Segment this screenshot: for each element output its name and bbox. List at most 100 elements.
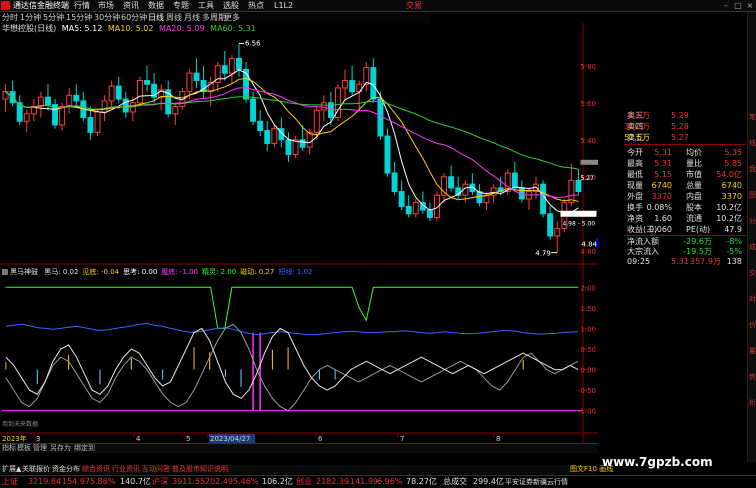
period-monthly[interactable]: 月线 [184,12,200,23]
trade-price: 5.31 [671,257,689,266]
menu-item-gongju[interactable]: 工具 [198,0,214,11]
side-strip-button[interactable]: 量 [748,346,756,356]
indicator-tick-label: 1.00 [580,325,596,333]
period-daily[interactable]: 日线 [148,12,164,23]
candle-body [384,135,391,174]
candle-body [363,67,370,85]
period-more[interactable]: 更多 [224,12,240,23]
date-axis-label: 6 [318,435,323,443]
tab-bangdingdao[interactable]: 绑定到 [74,444,95,453]
tab-lingcunwei[interactable]: 另存为 [50,444,71,453]
tab-knowledge[interactable]: 普及股市知识说明 [172,465,228,474]
menu-item-shuju[interactable]: 数据 [148,0,164,11]
candle-body [285,139,292,156]
menu-item-l1l2[interactable]: L1L2 [274,0,293,11]
period-60min[interactable]: 60分钟 [121,12,147,23]
candle-body [554,228,561,237]
side-strip-button[interactable]: 分 [748,216,756,226]
future-data-note: 用到未来数据 [2,420,38,428]
menu-item-hangqing[interactable]: 行情 [74,0,90,11]
hs-index-pct: 5.46% [233,477,259,486]
trade-tick-row: 09:25 5.31 357.9万 138 [598,256,746,267]
hs-index-label[interactable]: 沪深 [152,476,168,488]
candle-body [306,131,313,148]
period-fenshi[interactable]: 分时 [2,12,18,23]
candle-body [228,57,235,74]
tab-news[interactable]: 综合资讯 [82,465,110,474]
menu-item-redian[interactable]: 热点 [248,0,264,11]
stat-row: 净资 1.60 流通 10.2亿 [598,213,746,224]
candle-body [115,85,122,100]
side-strip-button[interactable]: 成 [748,242,756,252]
period-15min[interactable]: 15分钟 [66,12,92,23]
app-logo-icon [1,1,10,10]
candle-body [264,130,271,144]
ask-price: 5.27 [671,133,689,142]
cy-index-label[interactable]: 创业 [296,476,312,488]
trade-volume: 138 [726,257,742,266]
bar-5-27-marker [580,159,601,165]
stat-label: 现量 [627,181,643,190]
tab-related-quote[interactable]: 关联报价 [22,465,50,474]
ask-volume: 6.6万 [629,111,650,120]
side-strip-button[interactable]: 势 [748,372,756,382]
menu-item-trade[interactable]: 交易 [406,0,422,11]
indicator-tick-label: 0.00 [580,367,596,375]
menu-item-xuangu[interactable]: 选股 [223,0,239,11]
candle-body [172,105,179,115]
indicator-jingling-line [5,286,579,329]
menu-item-zixun[interactable]: 资讯 [123,0,139,11]
maximize-icon[interactable]: □ [734,1,742,10]
tab-industry-news[interactable]: 行业资讯 [112,465,140,474]
ask-price: 5.29 [671,111,689,120]
total-turnover-value: 299.4亿 [473,477,504,486]
minimize-icon[interactable]: – [722,1,730,10]
candle-body [412,202,419,215]
price-5-27-label: 5.27 [580,175,594,182]
hs-index-change: 202.49 [205,477,233,486]
candle-body [349,80,356,93]
stat-right-value: 10.2亿 [716,214,742,223]
date-axis-label: 3 [36,435,40,443]
tab-moban[interactable]: 模板 [17,444,31,453]
period-5min[interactable]: 5分钟 [43,12,64,23]
indicator-toggle-icon[interactable] [2,269,8,275]
stat-value: 5.31 [654,148,672,157]
stat-value: 5.15 [654,170,672,179]
period-weekly[interactable]: 周线 [166,12,182,23]
candle-body [73,94,80,102]
period-1min[interactable]: 1分钟 [20,12,41,23]
side-strip-button[interactable]: 线 [748,138,756,148]
candle-body [221,65,228,74]
hs-index-value: 3911.55 [172,477,206,486]
kline-chart-svg[interactable]: 5.805.605.405.205.004.804.846.564.795.27… [0,23,601,443]
period-toolbar: 分时 1分钟 5分钟 15分钟 30分钟 60分钟 日线 周线 月线 多周期 更… [0,12,430,23]
kline-chart-area[interactable]: 5.805.605.405.205.004.804.846.564.795.27… [0,23,601,443]
stat-right-label: 市值 [686,170,702,179]
side-strip-button[interactable]: 盘 [748,164,756,174]
side-strip-button[interactable]: 析 [748,398,756,408]
side-strip-button[interactable]: 图 [748,190,756,200]
side-strip-button[interactable]: 对 [748,294,756,304]
candle-body [391,172,398,193]
menu-item-shichang[interactable]: 市场 [98,0,114,11]
tab-guanli[interactable]: 管理 [33,444,47,453]
side-strip-button[interactable]: 笔 [748,112,756,122]
side-strip-button[interactable]: 价 [748,320,756,330]
tab-fund-distribution[interactable]: 资金分布 [52,465,80,474]
tab-zhibiao[interactable]: 指标 [2,444,16,453]
menu-item-zhuanti[interactable]: 专题 [173,0,189,11]
tab-qa[interactable]: 互动问答 [142,465,170,474]
legend-ma5: MA5: 5.12 [61,24,103,33]
stat-right-value: 10.2亿 [716,203,742,212]
candle-body [547,213,554,237]
close-icon[interactable]: × [746,1,754,10]
candle-body [129,102,136,113]
side-strip-button[interactable]: 交 [748,268,756,278]
candle-body [66,94,73,107]
sh-index-label[interactable]: 上证 [2,476,18,488]
period-multi[interactable]: 多周期 [202,12,226,23]
stat-label: 最低 [627,170,643,179]
period-30min[interactable]: 30分钟 [94,12,120,23]
tab-extend[interactable]: 扩展▲ [2,465,21,474]
